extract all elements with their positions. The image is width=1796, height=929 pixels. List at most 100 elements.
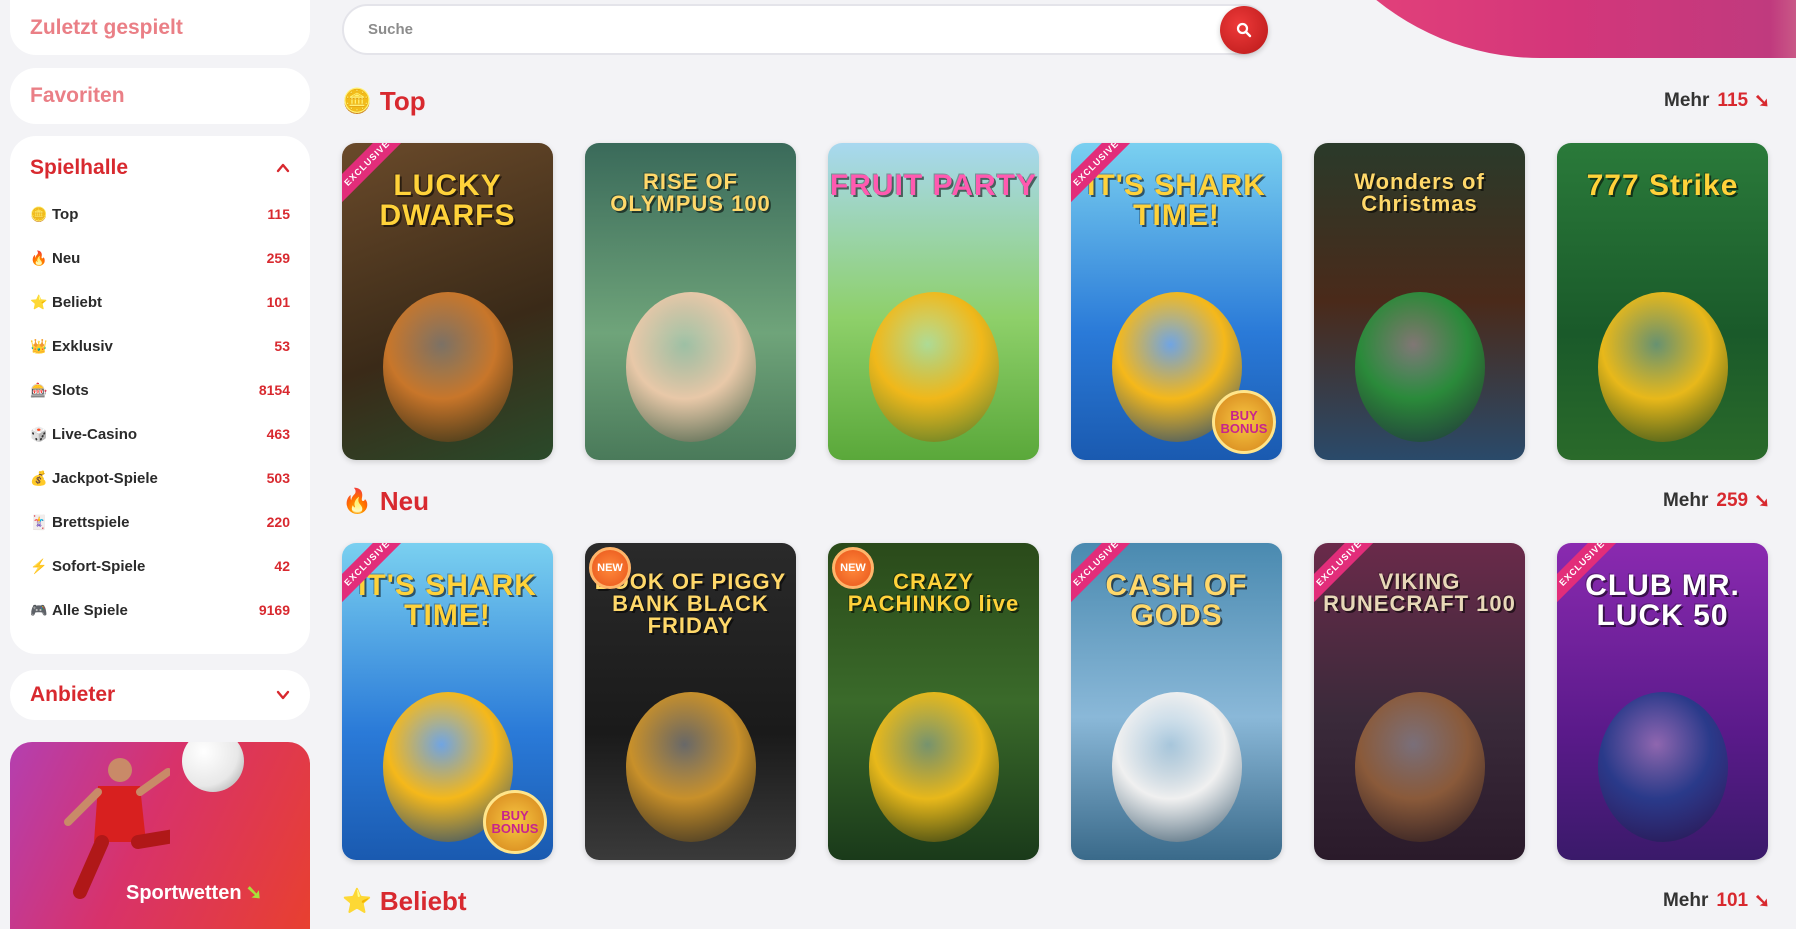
- sports-banner-label: Sportwetten: [126, 882, 242, 904]
- game-title: CASH OF GODS: [1105, 569, 1248, 632]
- game-title: IT'S SHARK TIME!: [1087, 169, 1266, 232]
- category-icon: 🎰: [30, 381, 48, 398]
- favorites-label: Favoriten: [30, 84, 125, 107]
- game-artwork: [868, 292, 999, 442]
- recently-played-label: Zuletzt gespielt: [30, 15, 183, 39]
- game-card[interactable]: 777 Strike: [1557, 143, 1768, 460]
- game-artwork: [1111, 692, 1242, 842]
- section-title: 🪙 Top: [342, 86, 426, 117]
- sidebar-item-count: 8154: [258, 382, 290, 398]
- game-hall-header[interactable]: Spielhalle: [30, 152, 290, 184]
- sidebar-item-count: 259: [266, 250, 290, 266]
- sidebar-item-label: Neu: [52, 249, 81, 267]
- more-label: Mehr: [1662, 490, 1709, 511]
- search-bar: [342, 4, 1268, 55]
- promo-banner[interactable]: [1280, 0, 1796, 58]
- game-card[interactable]: IT'S SHARK TIME! EXCLUSIVE BUY BONUS: [342, 543, 553, 860]
- more-label: Mehr: [1664, 90, 1710, 111]
- sidebar-item-jackpot-spiele[interactable]: 💰 Jackpot-Spiele 503: [30, 456, 290, 500]
- section-title-text: Beliebt: [379, 885, 467, 916]
- section-header-beliebt: ⭐ Beliebt Mehr 101 ➘: [342, 883, 1770, 919]
- sidebar-item-label: Alle Spiele: [52, 601, 128, 619]
- game-card[interactable]: CASH OF GODS EXCLUSIVE: [1071, 543, 1282, 860]
- sidebar-item-label: Sofort-Spiele: [52, 557, 146, 575]
- sidebar-item-label: Exklusiv: [52, 337, 113, 355]
- more-count: 259: [1716, 490, 1749, 511]
- game-artwork: [625, 692, 756, 842]
- sidebar-item-alle-spiele[interactable]: 🎮 Alle Spiele 9169: [30, 588, 290, 632]
- category-icon: 👑: [30, 337, 48, 354]
- providers-dropdown[interactable]: Anbieter: [10, 670, 310, 720]
- game-title: Wonders of Christmas: [1354, 169, 1485, 216]
- more-link[interactable]: Mehr 101 ➘: [1663, 890, 1770, 913]
- section-title: 🔥 Neu: [342, 486, 429, 517]
- sidebar-item-neu[interactable]: 🔥 Neu 259: [30, 236, 290, 280]
- new-badge: NEW: [589, 547, 631, 589]
- sidebar-item-slots[interactable]: 🎰 Slots 8154: [30, 368, 290, 412]
- sidebar-item-count: 220: [266, 514, 290, 530]
- game-card[interactable]: IT'S SHARK TIME! EXCLUSIVE BUY BONUS: [1071, 143, 1282, 460]
- sidebar-item-count: 9169: [258, 602, 290, 618]
- more-count: 101: [1716, 890, 1749, 911]
- section-header-neu: 🔥 Neu Mehr 259 ➘: [342, 483, 1770, 519]
- game-artwork: [868, 692, 999, 842]
- new-badge: NEW: [832, 547, 874, 589]
- section-icon: 🪙: [342, 87, 372, 115]
- more-label: Mehr: [1662, 890, 1709, 911]
- game-card[interactable]: CLUB MR. LUCK 50 EXCLUSIVE: [1557, 543, 1768, 860]
- providers-label: Anbieter: [30, 683, 116, 706]
- game-artwork: [382, 292, 513, 442]
- game-hall-list: 🪙 Top 115 🔥 Neu 259 ⭐ Beliebt 101 👑 Exklusiv 53 🎰 Slo…: [30, 192, 290, 632]
- section-header-top: 🪙 Top Mehr 115 ➘: [342, 83, 1770, 119]
- game-card[interactable]: FRUIT PARTY: [828, 143, 1039, 460]
- game-card[interactable]: LUCKY DWARFS EXCLUSIVE: [342, 143, 553, 460]
- sidebar-item-brettspiele[interactable]: 🃏 Brettspiele 220: [30, 500, 290, 544]
- game-artwork: [1354, 692, 1485, 842]
- recently-played-link[interactable]: Zuletzt gespielt: [10, 0, 310, 55]
- game-card[interactable]: Wonders of Christmas: [1314, 143, 1525, 460]
- game-artwork: [1597, 292, 1728, 442]
- section-title: ⭐ Beliebt: [342, 886, 467, 917]
- section-title-text: Neu: [379, 485, 430, 516]
- sidebar-item-sofort-spiele[interactable]: ⚡ Sofort-Spiele 42: [30, 544, 290, 588]
- sidebar-item-top[interactable]: 🪙 Top 115: [30, 192, 290, 236]
- game-card[interactable]: RISE OF OLYMPUS 100: [585, 143, 796, 460]
- search-button[interactable]: [1220, 5, 1268, 54]
- category-icon: 🎮: [30, 601, 48, 618]
- game-artwork: [625, 292, 756, 442]
- game-title: VIKING RUNECRAFT 100: [1323, 569, 1516, 616]
- search-icon: [1236, 22, 1252, 37]
- sidebar-item-live-casino[interactable]: 🎲 Live-Casino 463: [30, 412, 290, 456]
- sidebar-item-label: Top: [52, 205, 79, 223]
- section-icon: ⭐: [342, 887, 372, 915]
- game-card[interactable]: VIKING RUNECRAFT 100 EXCLUSIVE: [1314, 543, 1525, 860]
- sidebar-item-exklusiv[interactable]: 👑 Exklusiv 53: [30, 324, 290, 368]
- game-card[interactable]: BOOK OF PIGGY BANK BLACK FRIDAY NEW: [585, 543, 796, 860]
- arrow-down-right-icon: ➘: [245, 882, 263, 904]
- category-icon: ⚡: [30, 557, 48, 574]
- sidebar-item-count: 503: [266, 470, 290, 486]
- game-hall-title: Spielhalle: [30, 156, 129, 179]
- game-title: FRUIT PARTY: [829, 169, 1038, 202]
- promo-banner-graphic: [1280, 0, 1796, 58]
- sidebar-item-count: 101: [266, 294, 290, 310]
- sports-banner-text-wrap: Sportwetten ➘: [126, 880, 262, 905]
- game-row: LUCKY DWARFS EXCLUSIVE RISE OF OLYMPUS 100…: [342, 143, 1768, 460]
- sidebar-item-label: Live-Casino: [52, 425, 138, 443]
- sidebar: Zuletzt gespielt Favoriten Spielhalle 🪙 T…: [10, 0, 310, 929]
- more-link[interactable]: Mehr 115 ➘: [1664, 90, 1770, 113]
- chevron-up-icon[interactable]: [276, 161, 290, 175]
- more-link[interactable]: Mehr 259 ➘: [1663, 490, 1770, 513]
- game-artwork: [1354, 292, 1485, 442]
- more-count: 115: [1717, 90, 1749, 111]
- category-icon: 🃏: [30, 513, 48, 530]
- search-input[interactable]: [344, 21, 1220, 38]
- favorites-link[interactable]: Favoriten: [10, 68, 310, 124]
- game-title: CLUB MR. LUCK 50: [1585, 569, 1740, 632]
- game-card[interactable]: CRAZY PACHINKO live NEW: [828, 543, 1039, 860]
- sidebar-item-beliebt[interactable]: ⭐ Beliebt 101: [30, 280, 290, 324]
- arrow-down-right-icon: ➘: [1754, 890, 1770, 912]
- sports-betting-banner[interactable]: Sportwetten ➘: [10, 742, 310, 929]
- chevron-down-icon: [276, 690, 290, 700]
- category-icon: 🪙: [30, 205, 48, 222]
